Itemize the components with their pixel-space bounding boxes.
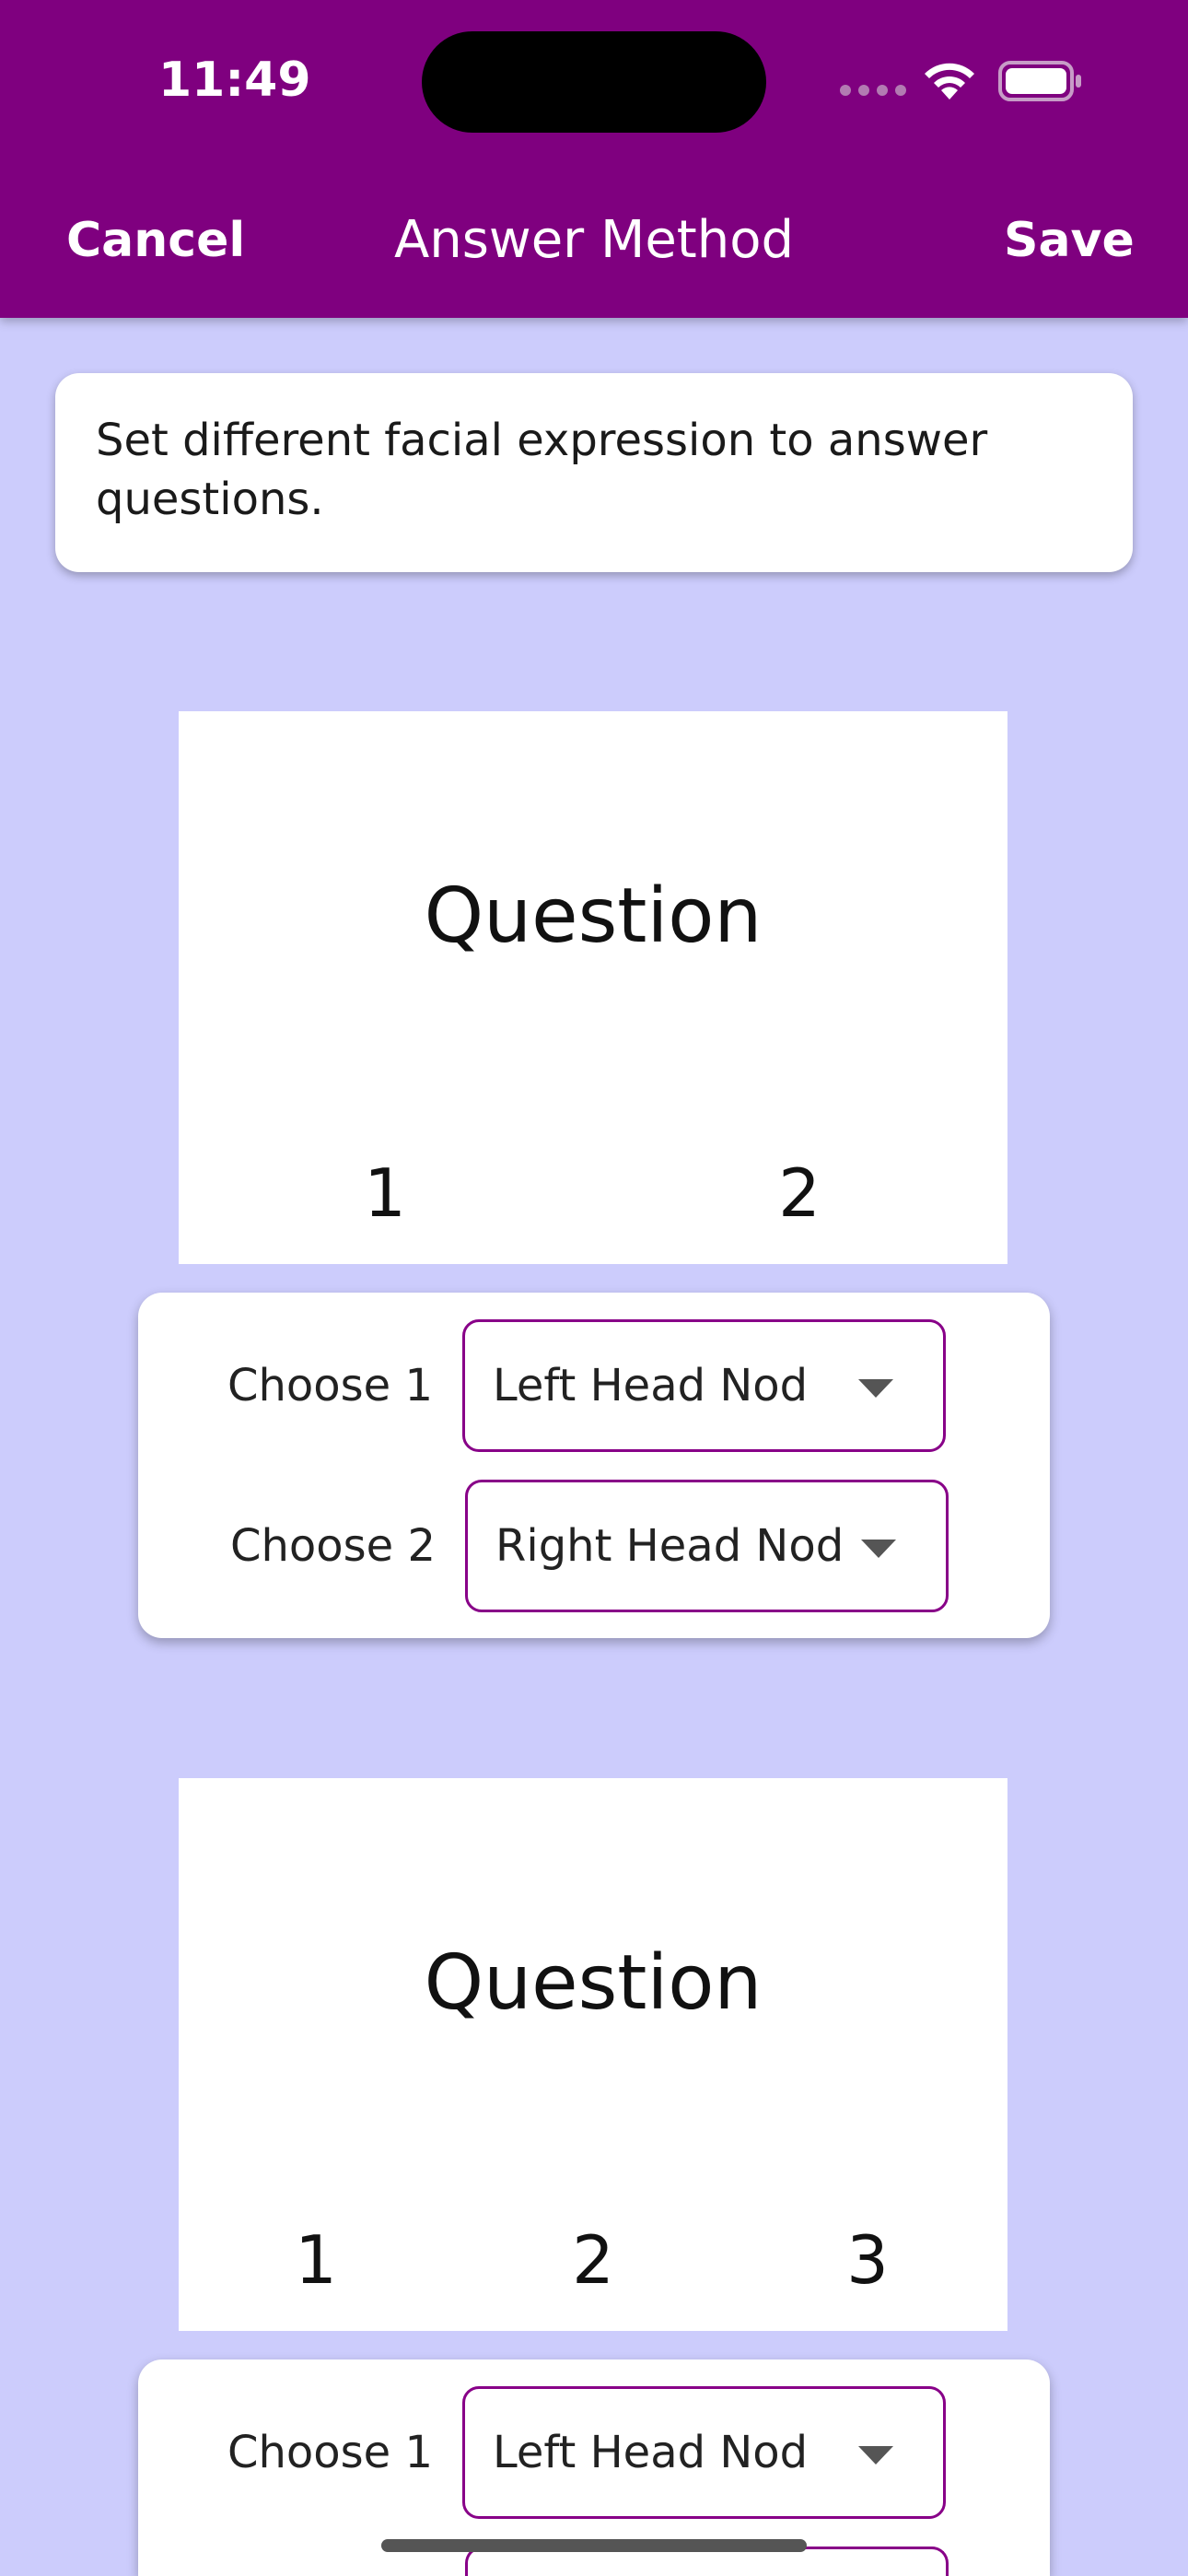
- dropdown-arrow-icon: [861, 1540, 896, 1558]
- cellular-signal-icon: [840, 85, 906, 98]
- dropdown-arrow-icon: [858, 2446, 893, 2465]
- dropdown-value: Left Head Nod: [493, 2427, 809, 2478]
- page-title: Answer Method: [393, 210, 795, 270]
- save-button[interactable]: Save: [1004, 199, 1135, 282]
- home-indicator: [381, 2539, 807, 2552]
- dropdown-arrow-icon: [858, 1379, 893, 1398]
- option-label: 2: [778, 1154, 821, 1232]
- cancel-button[interactable]: Cancel: [66, 199, 250, 282]
- option-label: 2: [572, 2221, 614, 2299]
- option-label: 3: [846, 2221, 889, 2299]
- choose-label: Choose 2: [229, 1520, 436, 1572]
- wifi-icon: [925, 63, 974, 100]
- question-title: Question: [424, 872, 763, 960]
- choose-label: Choose 1: [227, 2427, 433, 2478]
- question-title: Question: [424, 1939, 763, 2027]
- choice-dropdown[interactable]: Right Head Nod: [465, 1480, 949, 1612]
- battery-icon: [998, 61, 1081, 101]
- description-text: Set different facial expression to answe…: [96, 415, 988, 525]
- dropdown-value: Left Head Nod: [493, 1360, 809, 1411]
- dropdown-value: Right Head Nod: [495, 1520, 844, 1572]
- choose-label: Choose 1: [227, 1360, 433, 1411]
- choice-dropdown[interactable]: Left Head Nod: [462, 2386, 946, 2519]
- dynamic-island: [422, 31, 766, 133]
- status-time: 11:49: [158, 53, 311, 108]
- option-label: 1: [364, 1154, 406, 1232]
- question-preview: [179, 711, 1007, 1264]
- option-label: 1: [295, 2221, 337, 2299]
- choice-dropdown[interactable]: Left Head Nod: [462, 1319, 946, 1452]
